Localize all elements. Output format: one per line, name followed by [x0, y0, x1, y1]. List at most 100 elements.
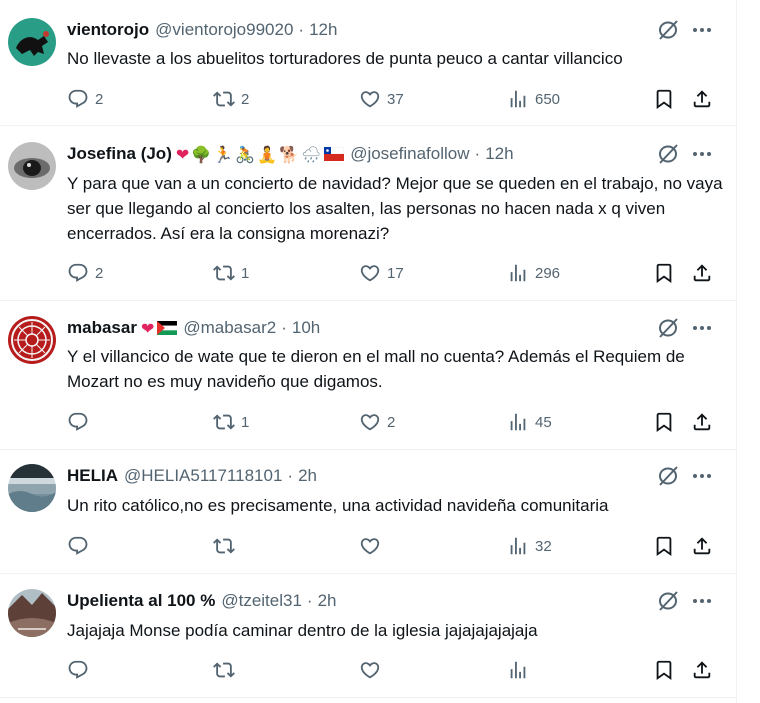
author-name[interactable]: HELIA — [67, 466, 118, 486]
repost-icon — [213, 535, 235, 557]
share-icon — [691, 262, 713, 284]
separator: · — [474, 144, 481, 163]
grok-icon[interactable] — [656, 316, 680, 340]
more-icon[interactable] — [690, 316, 714, 340]
repost-button[interactable] — [213, 534, 241, 558]
more-icon[interactable] — [690, 18, 714, 42]
share-button[interactable] — [691, 658, 713, 682]
views-button[interactable]: 45 — [507, 410, 552, 434]
bookmark-icon — [653, 88, 675, 110]
bookmark-button[interactable] — [653, 534, 675, 558]
author-handle[interactable]: @josefinafollow — [350, 144, 469, 164]
repost-icon — [213, 262, 235, 284]
reply-icon — [67, 535, 89, 557]
reply-count: 2 — [95, 90, 104, 108]
tweet[interactable]: vientorojo @vientorojo99020 · 12h No lle… — [0, 0, 736, 126]
like-button[interactable] — [359, 534, 387, 558]
like-button[interactable]: 37 — [359, 87, 404, 111]
author-name[interactable]: mabasar — [67, 318, 137, 338]
runner-emoji: 🏃 — [213, 144, 234, 164]
author-handle[interactable]: @vientorojo99020 — [155, 20, 293, 40]
tweet[interactable]: mabasar ❤ @mabasar2 · 10h Y el villancic… — [0, 301, 736, 450]
tweet[interactable]: Josefina (Jo) ❤ 🌳 🏃 🚴 🧘 🐕 🌧 @josefinafol… — [0, 126, 736, 301]
more-icon[interactable] — [690, 142, 714, 166]
tweet-text: Un rito católico,no es precisamente, una… — [67, 496, 609, 515]
bookmark-icon — [653, 262, 675, 284]
grok-icon[interactable] — [656, 464, 680, 488]
repost-icon — [213, 659, 235, 681]
bookmark-button[interactable] — [653, 87, 675, 111]
repost-button[interactable]: 1 — [213, 261, 249, 285]
like-button[interactable]: 17 — [359, 261, 404, 285]
views-button[interactable]: 296 — [507, 261, 560, 285]
like-button[interactable] — [359, 658, 387, 682]
avatar[interactable] — [8, 589, 56, 637]
tweet-text: Jajajaja Monse podía caminar dentro de l… — [67, 621, 538, 640]
tweet-text: Y el villancico de wate que te dieron en… — [67, 347, 685, 391]
reply-button[interactable] — [67, 410, 95, 434]
avatar[interactable] — [8, 316, 56, 364]
reply-button[interactable]: 2 — [67, 87, 103, 111]
like-count: 2 — [387, 413, 396, 431]
timestamp[interactable]: 12h — [485, 144, 513, 164]
views-button[interactable]: 650 — [507, 87, 560, 111]
views-button[interactable] — [507, 658, 535, 682]
bookmark-icon — [653, 411, 675, 433]
like-button[interactable]: 2 — [359, 410, 395, 434]
separator: · — [306, 591, 313, 610]
bookmark-button[interactable] — [653, 261, 675, 285]
share-icon — [691, 535, 713, 557]
repost-button[interactable] — [213, 658, 241, 682]
bookmark-button[interactable] — [653, 410, 675, 434]
heart-icon — [359, 88, 381, 110]
view-count: 32 — [535, 537, 552, 555]
action-bar: 2 2 37 650 — [67, 87, 727, 111]
views-button[interactable]: 32 — [507, 534, 552, 558]
author-name[interactable]: Upelienta al 100 % — [67, 591, 215, 611]
view-count: 45 — [535, 413, 552, 431]
bookmark-button[interactable] — [653, 658, 675, 682]
views-icon — [507, 535, 529, 557]
repost-button[interactable]: 2 — [213, 87, 249, 111]
more-icon[interactable] — [690, 589, 714, 613]
share-button[interactable] — [691, 534, 713, 558]
view-count: 650 — [535, 90, 561, 108]
separator: · — [287, 466, 294, 485]
reply-button[interactable] — [67, 658, 95, 682]
views-icon — [507, 262, 529, 284]
avatar[interactable] — [8, 464, 56, 512]
author-name[interactable]: vientorojo — [67, 20, 149, 40]
author-name[interactable]: Josefina (Jo) — [67, 144, 172, 164]
author-handle[interactable]: @mabasar2 — [183, 318, 276, 338]
avatar[interactable] — [8, 142, 56, 190]
timestamp[interactable]: 2h — [298, 466, 317, 486]
reply-button[interactable] — [67, 534, 95, 558]
more-icon[interactable] — [690, 464, 714, 488]
share-button[interactable] — [691, 87, 713, 111]
heart-emoji: ❤ — [140, 318, 155, 338]
share-button[interactable] — [691, 410, 713, 434]
grok-icon[interactable] — [656, 142, 680, 166]
bookmark-icon — [653, 535, 675, 557]
share-icon — [691, 659, 713, 681]
like-count: 17 — [387, 264, 404, 282]
grok-icon[interactable] — [656, 589, 680, 613]
repost-button[interactable]: 1 — [213, 410, 249, 434]
timestamp[interactable]: 10h — [292, 318, 320, 338]
timestamp[interactable]: 12h — [309, 20, 337, 40]
repost-count: 1 — [241, 264, 250, 282]
bookmark-icon — [653, 659, 675, 681]
tweet[interactable]: Upelienta al 100 % @tzeitel31 · 2h Jajaj… — [0, 574, 736, 698]
reply-icon — [67, 411, 89, 433]
reply-button[interactable]: 2 — [67, 261, 103, 285]
tweet[interactable]: HELIA @HELIA5117118101 · 2h Un rito cató… — [0, 450, 736, 574]
chile-flag-icon — [324, 147, 345, 161]
palestine-flag-icon — [157, 321, 178, 335]
author-handle[interactable]: @tzeitel31 — [221, 591, 302, 611]
timestamp[interactable]: 2h — [318, 591, 337, 611]
author-handle[interactable]: @HELIA5117118101 — [124, 466, 282, 486]
avatar[interactable] — [8, 18, 56, 66]
heart-icon — [359, 535, 381, 557]
grok-icon[interactable] — [656, 18, 680, 42]
share-button[interactable] — [691, 261, 713, 285]
